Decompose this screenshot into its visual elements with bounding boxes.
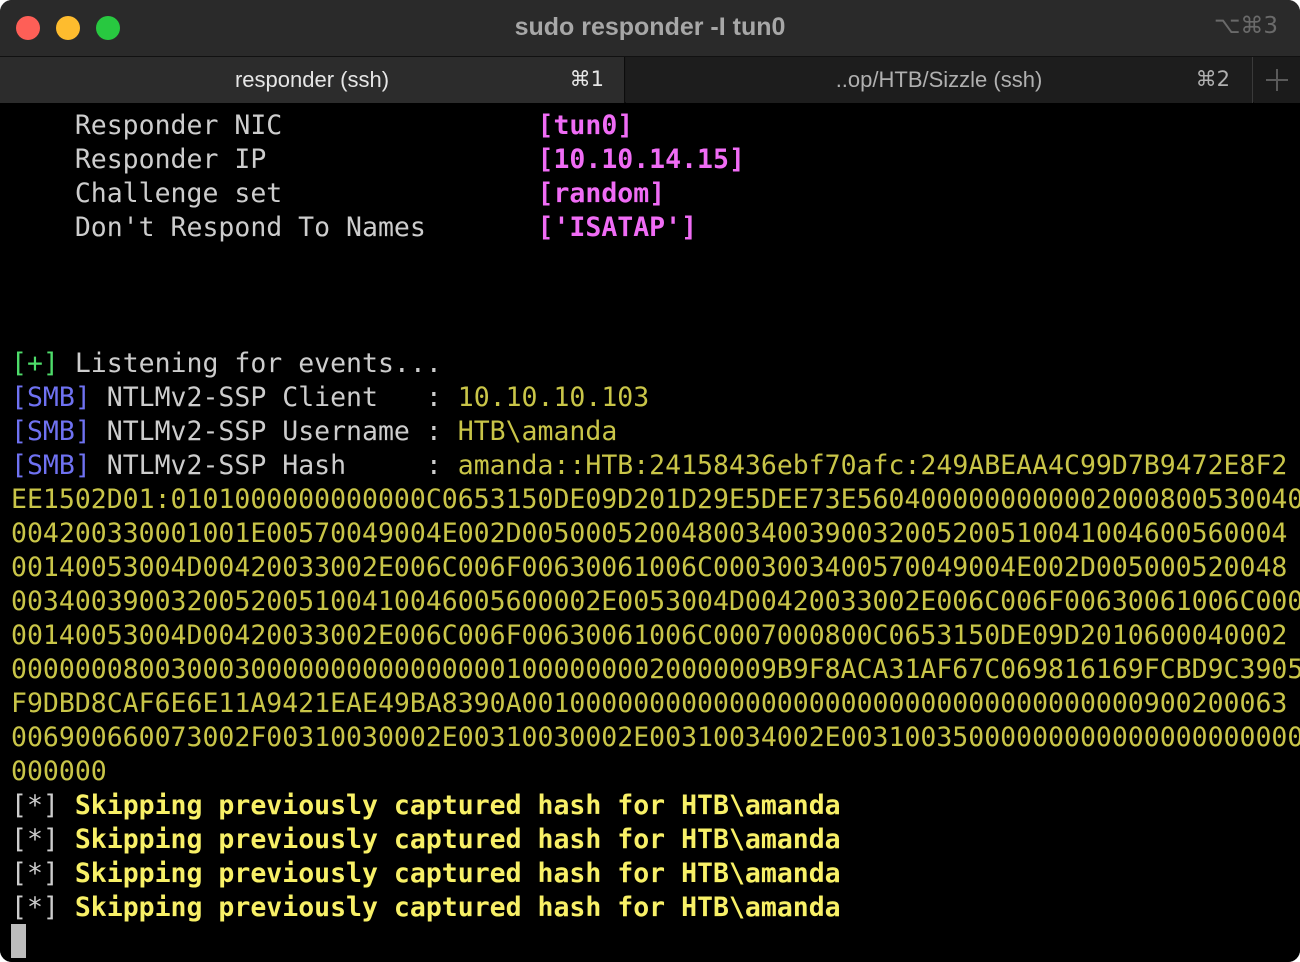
terminal-output[interactable]: Responder NIC [tun0] Responder IP [10.10… xyxy=(0,104,1300,962)
skip-line: [*] Skipping previously captured hash fo… xyxy=(11,789,841,823)
skip-prefix: [*] xyxy=(11,858,59,889)
tab-label: responder (ssh) xyxy=(234,67,390,92)
hash-line: F9DBD8CAF6E6E11A9421EAE49BA8390A00100000… xyxy=(11,688,1288,719)
skip-line: [*] Skipping previously captured hash fo… xyxy=(11,857,841,891)
config-row: Responder IP [10.10.14.15] xyxy=(11,143,745,177)
smb-label: NTLMv2-SSP Client : xyxy=(90,382,458,413)
hash-line: 000000 xyxy=(11,756,107,787)
smb-value: amanda::HTB:24158436ebf70afc:249ABEAA4C9… xyxy=(457,450,1288,481)
hash-line: EE1502D01:0101000000000000C0653150DE09D2… xyxy=(11,484,1300,515)
config-value: [10.10.14.15] xyxy=(537,144,745,175)
window-title: sudo responder -I tun0 xyxy=(514,13,786,41)
config-value: [random] xyxy=(537,178,666,209)
skip-text: Skipping previously captured hash for HT… xyxy=(58,824,841,855)
hash-line: 0000000800300030000000000000000100000000… xyxy=(11,654,1300,685)
config-label: Responder IP xyxy=(11,144,538,175)
tab-shortcut: ⌘2 xyxy=(1195,67,1230,91)
smb-value: 10.10.10.103 xyxy=(457,382,650,413)
smb-label: NTLMv2-SSP Hash : xyxy=(90,450,458,481)
hash-line: 006900660073002F00310030002E00310030002E… xyxy=(11,722,1300,753)
config-row: Challenge set [random] xyxy=(11,177,665,211)
tab-responder[interactable]: responder (ssh) ⌘1 xyxy=(0,57,625,103)
smb-prefix: [SMB] xyxy=(11,450,91,481)
window-shortcut: ⌥⌘3 xyxy=(1213,13,1278,39)
config-value: [tun0] xyxy=(537,110,634,141)
hash-line: 00140053004D00420033002E006C006F00630061… xyxy=(11,552,1288,583)
status-text: Listening for events... xyxy=(58,348,442,379)
smb-label: NTLMv2-SSP Username : xyxy=(90,416,458,447)
skip-prefix: [*] xyxy=(11,892,59,923)
smb-prefix: [SMB] xyxy=(11,382,91,413)
text-cursor xyxy=(11,924,26,958)
hash-line: 00140053004D00420033002E006C006F00630061… xyxy=(11,620,1288,651)
smb-prefix: [SMB] xyxy=(11,416,91,447)
config-row: Don't Respond To Names ['ISATAP'] xyxy=(11,211,697,245)
skip-prefix: [*] xyxy=(11,790,59,821)
status-prefix: [+] xyxy=(11,348,59,379)
config-label: Responder NIC xyxy=(11,110,538,141)
smb-value: HTB\amanda xyxy=(457,416,618,447)
skip-text: Skipping previously captured hash for HT… xyxy=(58,892,841,923)
skip-line: [*] Skipping previously captured hash fo… xyxy=(11,891,841,925)
config-label: Don't Respond To Names xyxy=(11,212,538,243)
smb-line: [SMB] NTLMv2-SSP Hash : amanda::HTB:2415… xyxy=(11,449,1287,483)
tab-label: ..op/HTB/Sizzle (ssh) xyxy=(835,67,1043,92)
tab-bar: responder (ssh) ⌘1 ..op/HTB/Sizzle (ssh)… xyxy=(0,57,1300,103)
skip-prefix: [*] xyxy=(11,824,59,855)
tab-shortcut: ⌘1 xyxy=(569,67,604,91)
new-tab-button[interactable] xyxy=(1254,57,1300,103)
skip-line: [*] Skipping previously captured hash fo… xyxy=(11,823,841,857)
config-label: Challenge set xyxy=(11,178,538,209)
title-bar[interactable]: sudo responder -I tun0 ⌥⌘3 xyxy=(0,0,1300,57)
plus-icon xyxy=(1276,69,1278,91)
smb-line: [SMB] NTLMv2-SSP Username : HTB\amanda xyxy=(11,415,617,449)
hash-line: 004200330001001E00570049004E002D00500052… xyxy=(11,518,1288,549)
skip-text: Skipping previously captured hash for HT… xyxy=(58,790,841,821)
config-value: ['ISATAP'] xyxy=(537,212,698,243)
smb-line: [SMB] NTLMv2-SSP Client : 10.10.10.103 xyxy=(11,381,649,415)
skip-text: Skipping previously captured hash for HT… xyxy=(58,858,841,889)
tab-sizzle[interactable]: ..op/HTB/Sizzle (ssh) ⌘2 xyxy=(626,57,1253,103)
listening-line: [+] Listening for events... xyxy=(11,347,442,381)
terminal-window: sudo responder -I tun0 ⌥⌘3 responder (ss… xyxy=(0,0,1300,962)
hash-line: 0034003900320052005100410046005600002E00… xyxy=(11,586,1300,617)
config-row: Responder NIC [tun0] xyxy=(11,109,633,143)
